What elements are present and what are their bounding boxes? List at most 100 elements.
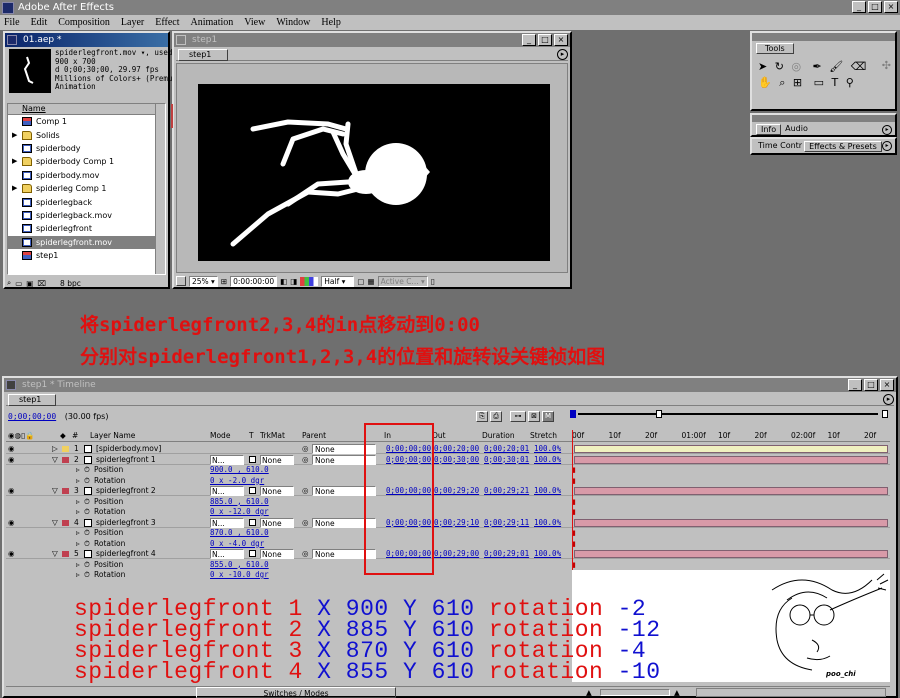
out-point[interactable]: 0;00;30;00 [434,455,479,465]
clone-stamp-tool-icon[interactable]: ⚲ [846,76,854,89]
project-item[interactable]: Comp 1 [8,115,165,128]
stopwatch-icon[interactable]: ⏱ [84,507,90,517]
project-item[interactable]: ▶ spiderbody Comp 1 [8,155,165,168]
project-col-header[interactable]: Name [8,104,165,115]
snapshot-icon[interactable]: ◧ [280,277,287,286]
bpc-label[interactable]: 8 bpc [60,279,81,288]
twirl-triangle-icon[interactable]: ▽ [52,518,58,528]
parent-header[interactable]: Parent [302,430,326,442]
rect-mask-tool-icon[interactable]: ▭ [814,76,824,89]
stretch-value[interactable]: 100.0% [534,549,561,559]
trkmat-header[interactable]: TrkMat [260,430,285,442]
property-twirl-icon[interactable]: ▹ [76,497,80,507]
comp-minimize-icon[interactable]: _ [522,34,536,46]
trkmat-select[interactable]: None [260,486,294,496]
layer-duration-bar[interactable] [574,455,888,464]
eye-icon[interactable]: ◉ [8,486,15,496]
live-update-icon[interactable]: ⎙ [490,411,502,422]
project-item[interactable]: spiderlegfront [8,222,165,235]
close-icon[interactable]: × [884,1,898,13]
expand-triangle-icon[interactable]: ▶ [12,182,22,195]
comp-toggle-icon[interactable] [176,276,186,286]
zoom-tool-icon[interactable]: ⌕ [779,76,785,89]
time-menu-icon[interactable]: ▸ [882,141,892,151]
label-color-swatch[interactable] [62,551,69,557]
comp-flowchart-icon[interactable]: ⎘ [476,411,488,422]
preserve-transparency-box[interactable] [249,455,256,463]
new-comp-icon[interactable]: ▣ [26,279,33,288]
work-area-end-handle[interactable] [656,410,662,418]
timeline-menu-icon[interactable]: ▸ [883,394,894,405]
comp-close-icon[interactable]: × [554,34,568,46]
mode-select[interactable]: N... [210,454,244,465]
project-titlebar[interactable]: 01.aep * [5,33,168,47]
layer-name[interactable]: spiderlegfront 1 [96,455,156,465]
info-menu-icon[interactable]: ▸ [882,125,892,135]
comp-maximize-icon[interactable]: □ [538,34,552,46]
property-twirl-icon[interactable]: ▹ [76,476,80,486]
current-time[interactable]: 0;00;00;00 [8,412,56,421]
mode-select[interactable]: N... [210,549,244,559]
label-color-swatch[interactable] [62,519,69,526]
menu-help[interactable]: Help [321,17,340,28]
timeline-hscroll[interactable] [696,688,886,697]
menu-animation[interactable]: Animation [191,17,234,28]
pan-behind-tool-icon[interactable]: ⊞ [793,76,802,89]
menu-composition[interactable]: Composition [58,17,110,28]
trash-icon[interactable]: ⌧ [37,279,46,288]
property-value[interactable]: 855.0 , 610.0 [210,560,269,570]
layer-duration-bar[interactable] [574,550,888,558]
switches-modes-button[interactable]: Switches / Modes [196,687,396,698]
mode-select[interactable]: N... [210,486,244,496]
pickwhip-icon[interactable]: ◎ [302,444,309,454]
menu-edit[interactable]: Edit [31,17,48,28]
layer-row[interactable]: ◉ ▽ 3 spiderlegfront 2 N... None ◎ None 0;00;00;… [6,486,890,496]
layer-name[interactable]: spiderlegfront 3 [96,518,156,528]
property-twirl-icon[interactable]: ▹ [76,560,80,570]
preserve-transparency-box[interactable] [249,550,256,557]
motion-blur-icon[interactable]: ⊠ [528,411,540,422]
property-value[interactable]: 0 x -10.0 dgr [210,570,269,580]
zoom-select[interactable]: 25% ▾ [189,275,218,287]
layer-duration-bar[interactable] [574,445,888,453]
timeline-tab-step1[interactable]: step1 [8,394,57,406]
show-channel-icon[interactable]: ◨ [290,277,297,286]
project-item[interactable]: spiderbody.mov [8,169,165,182]
layer-row[interactable]: ◉ ▷ 1 [spiderbody.mov] ◎ None 0;00;00;00 0;00;2… [6,444,890,454]
stopwatch-icon[interactable]: ⏱ [84,476,90,486]
out-point[interactable]: 0;00;29;00 [434,549,479,559]
maximize-icon[interactable]: □ [868,1,882,13]
comp-tab-step1[interactable]: step1 [178,49,229,61]
layer-name[interactable]: spiderlegfront 2 [96,486,156,496]
comp-menu-icon[interactable]: ▸ [557,49,568,60]
trkmat-select[interactable]: None [260,454,294,465]
timeline-close-icon[interactable]: × [880,379,894,391]
duration-value[interactable]: 0;00;29;01 [484,549,529,559]
layer-name[interactable]: [spiderbody.mov] [96,444,161,454]
layer-duration-bar[interactable] [574,487,888,495]
graph-editor-icon[interactable]: M [542,411,554,422]
menu-view[interactable]: View [244,17,265,28]
timeline-minimize-icon[interactable]: _ [848,379,862,391]
twirl-triangle-icon[interactable]: ▽ [52,486,58,496]
minimize-icon[interactable]: _ [852,1,866,13]
selection-tool-icon[interactable]: ➤ [758,60,767,73]
label-color-swatch[interactable] [62,456,69,463]
stretch-header[interactable]: Stretch [530,430,557,442]
find-icon[interactable]: ⌕ [7,278,11,288]
layer-name-header[interactable]: Layer Name [90,430,135,442]
stopwatch-icon[interactable]: ⏱ [84,465,90,475]
project-item[interactable]: spiderbody [8,142,165,155]
property-twirl-icon[interactable]: ▹ [76,539,80,549]
expand-triangle-icon[interactable]: ▶ [12,155,22,168]
rotation-tool-icon[interactable]: ↻ [775,60,784,73]
stretch-value[interactable]: 100.0% [534,518,561,528]
resolution-select[interactable]: Half ▾ [321,275,355,287]
pickwhip-icon[interactable]: ◎ [302,518,309,528]
project-scrollbar[interactable] [155,104,165,274]
timeline-titlebar[interactable]: step1 * Timeline _ □ × [4,378,896,392]
menu-file[interactable]: File [4,17,20,28]
project-item[interactable]: ▶ Solids [8,128,165,141]
out-point[interactable]: 0;00;20;00 [434,444,479,454]
navigator-end-handle[interactable] [882,410,888,418]
